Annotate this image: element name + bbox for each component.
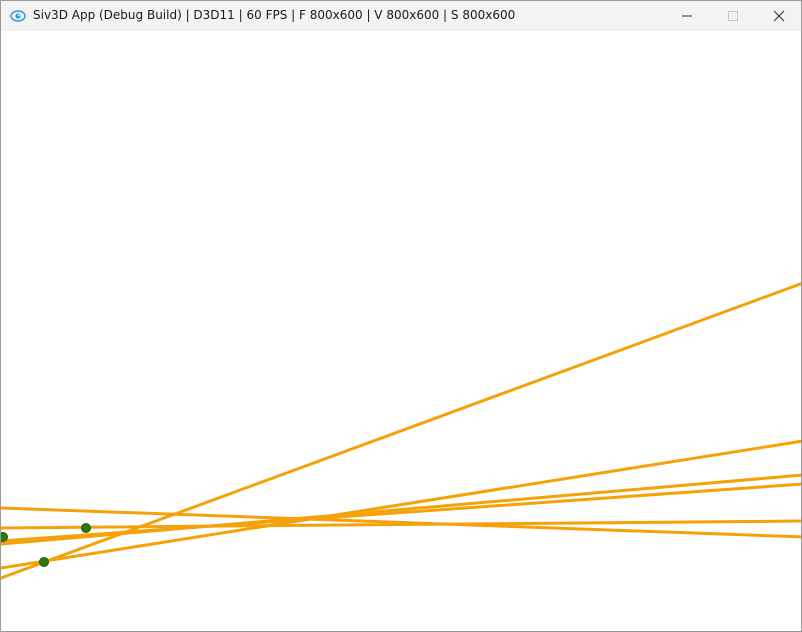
green-point-2[interactable] [81, 523, 91, 533]
window-title: Siv3D App (Debug Build) | D3D11 | 60 FPS… [33, 8, 516, 22]
green-point-3[interactable] [39, 557, 49, 567]
maximize-icon [728, 11, 738, 21]
scene-drawing [1, 282, 801, 580]
minimize-button[interactable] [664, 1, 710, 31]
siv3d-eye-icon [10, 8, 26, 24]
close-button[interactable] [756, 1, 802, 31]
app-window: Siv3D App (Debug Build) | D3D11 | 60 FPS… [0, 0, 802, 632]
title-bar[interactable]: Siv3D App (Debug Build) | D3D11 | 60 FPS… [1, 1, 801, 31]
maximize-button[interactable] [710, 1, 756, 31]
close-icon [773, 10, 785, 22]
minimize-icon [682, 15, 692, 17]
green-point-1[interactable] [1, 532, 8, 542]
orange-line-2 [1, 439, 801, 570]
scene-canvas[interactable] [1, 31, 801, 631]
